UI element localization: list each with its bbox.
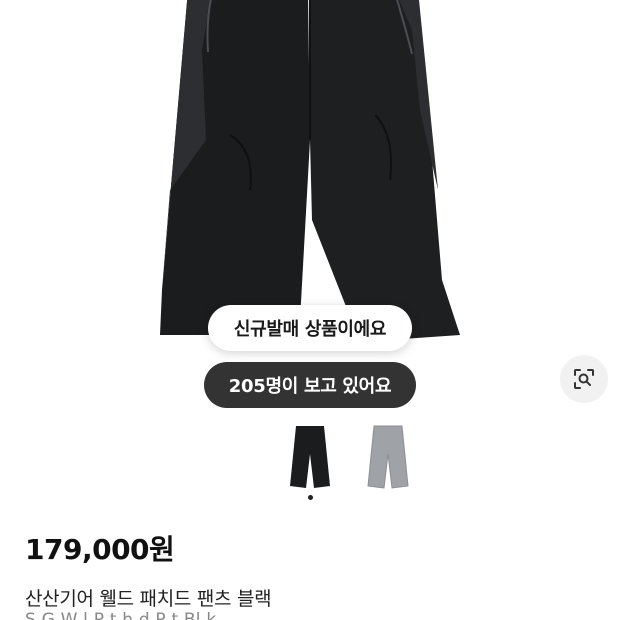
new-release-badge: 신규발매 상품이에요 xyxy=(208,305,412,351)
product-title: 산산기어 웰드 패치드 팬츠 블랙 xyxy=(25,588,272,610)
color-thumbnails xyxy=(0,424,620,490)
viewers-count-badge: 205명이 보고 있어요 xyxy=(204,362,416,408)
image-search-icon xyxy=(574,369,594,389)
product-price: 179,000원 xyxy=(25,533,175,566)
product-english-name: S G W l P t h d P t Bl k xyxy=(25,610,217,620)
pagination-dot-active xyxy=(307,495,313,500)
thumbnail-black[interactable] xyxy=(286,424,334,490)
gallery-pagination xyxy=(0,495,620,500)
product-main-image xyxy=(160,0,460,342)
thumbnail-grey[interactable] xyxy=(364,424,412,490)
image-search-button[interactable] xyxy=(560,355,608,403)
viewers-count-label: 205명이 보고 있어요 xyxy=(228,376,392,397)
product-image-area[interactable]: 신규발매 상품이에요 205명이 보고 있어요 xyxy=(0,0,620,410)
new-release-badge-label: 신규발매 상품이에요 xyxy=(233,319,387,340)
